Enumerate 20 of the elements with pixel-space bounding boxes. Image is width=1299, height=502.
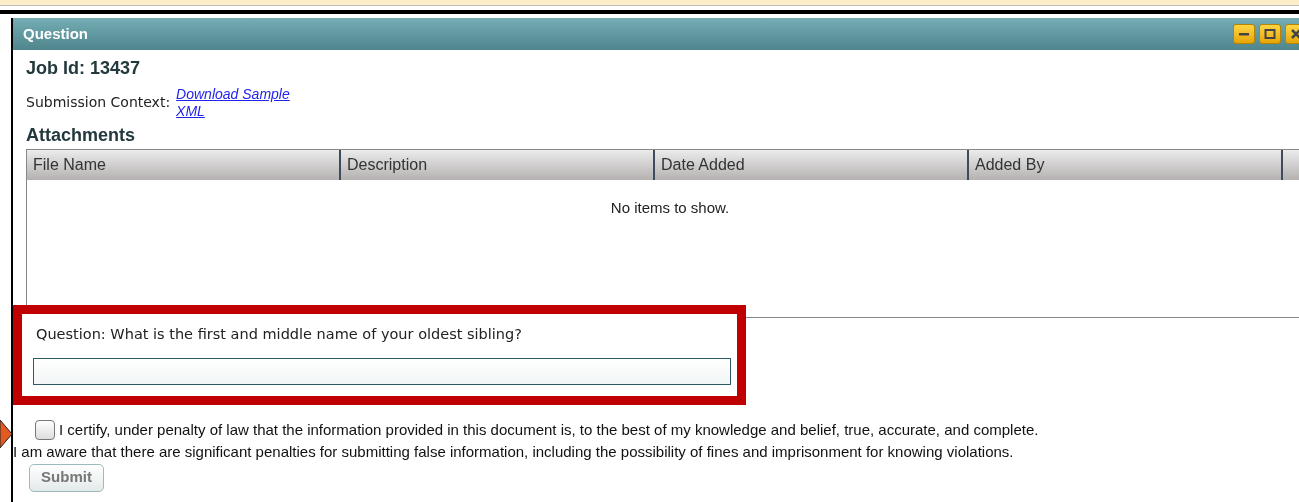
empty-table-message: No items to show. <box>610 198 730 218</box>
penalty-notice: I am aware that there are significant penalties for submitting false information, including the possibility of fines and imprisonment for knowing violations. <box>13 441 1015 461</box>
column-header[interactable]: Added By <box>969 150 1283 180</box>
window-title: Question <box>23 23 88 44</box>
submission-context-label: Submission Context: <box>26 93 171 112</box>
column-header[interactable]: Date Added <box>655 150 969 180</box>
certify-checkbox[interactable] <box>35 420 55 441</box>
job-id: Job Id: 13437 <box>26 58 142 78</box>
pointer-arrow <box>0 420 12 448</box>
question-label: Question: What is the first and middle name of your oldest sibling? <box>36 325 523 344</box>
answer-field[interactable] <box>33 357 731 385</box>
attachments-heading: Attachments <box>26 124 137 146</box>
maximize-icon <box>1264 29 1276 39</box>
certify-text: I certify, under penalty of law that the information provided in this document is, to the best of my knowledge and belief, true, accurate, and complete. <box>59 420 1039 440</box>
maximize-button[interactable] <box>1259 24 1281 44</box>
close-icon <box>1290 29 1299 39</box>
column-header[interactable]: File Name <box>27 150 341 180</box>
column-header[interactable]: Description <box>341 150 655 180</box>
minimize-button[interactable] <box>1233 24 1255 44</box>
download-link[interactable]: Download Sample XML <box>176 86 309 120</box>
